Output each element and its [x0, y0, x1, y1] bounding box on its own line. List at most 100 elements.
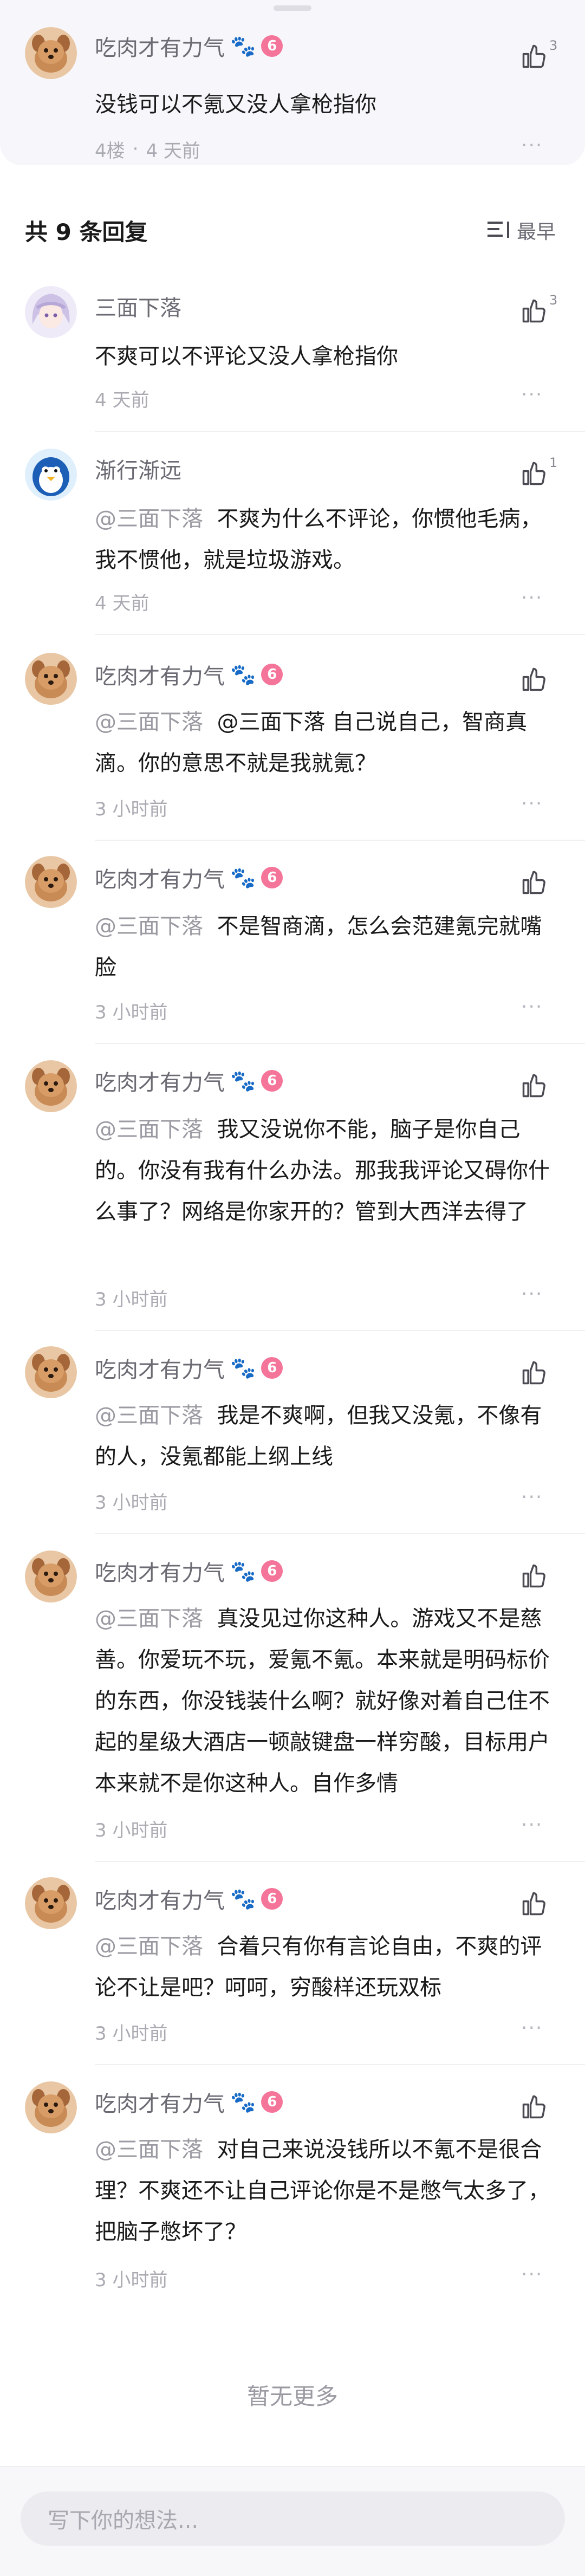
sort-icon [487, 222, 509, 238]
like-button[interactable] [520, 665, 552, 698]
reply-author: 吃肉才有力气 🐾 6 [95, 1065, 283, 1097]
comment-text: 没钱可以不氪又没人拿枪指你 [95, 92, 376, 117]
reply-to-mention[interactable]: @三面下落 [95, 710, 203, 735]
more-options-icon[interactable]: ··· [521, 384, 543, 406]
timestamp: 4 天前 [146, 140, 200, 162]
like-button[interactable] [520, 297, 552, 329]
thumbs-up-icon [522, 871, 545, 894]
reply-author: 吃肉才有力气 🐾 6 [95, 2086, 283, 2118]
replies-count-title: 共 9 条回复 [25, 219, 148, 245]
reply-to-mention[interactable]: @三面下落 [95, 1117, 203, 1142]
like-button[interactable] [520, 2093, 552, 2125]
reply-timestamp: 4 天前 [95, 592, 150, 614]
reply-text-gap [203, 1403, 217, 1428]
paw-badge-icon: 🐾 [230, 2090, 256, 2114]
username[interactable]: 吃肉才有力气 [95, 1065, 225, 1096]
username[interactable]: 三面下落 [95, 290, 181, 322]
more-options-icon[interactable]: ··· [521, 2017, 543, 2039]
username[interactable]: 吃肉才有力气 [95, 659, 225, 690]
penguin-avatar-icon [25, 449, 77, 501]
reply-body: 不爽可以不评论又没人拿枪指你 [95, 344, 398, 369]
more-options-icon[interactable]: ··· [521, 996, 543, 1018]
like-button[interactable] [520, 1890, 552, 1922]
reply-to-mention[interactable]: @三面下落 [95, 1403, 203, 1428]
dog-avatar-icon [25, 27, 77, 79]
thumbs-up-icon [522, 1074, 545, 1098]
reply-text-gap [203, 507, 217, 531]
reply-author: 三面下落 [95, 290, 181, 322]
dog-avatar[interactable] [25, 2081, 77, 2133]
sort-toggle[interactable]: 最早 [486, 214, 556, 246]
reply-text-gap [203, 1117, 217, 1142]
more-options-icon[interactable]: ··· [521, 1814, 543, 1836]
divider [95, 1330, 585, 1331]
like-button[interactable] [520, 459, 552, 492]
username[interactable]: 吃肉才有力气 [95, 2086, 225, 2118]
level-badge: 6 [261, 1888, 283, 1910]
reply-to-mention[interactable]: @三面下落 [95, 507, 203, 531]
reply-text-gap [203, 710, 217, 735]
reply-text: @三面下落 真没见过你这种人。游戏又不是慈善。你爱玩不玩，爱氪不氪。本来就是明码… [95, 1598, 555, 1804]
reply-author: 吃肉才有力气 🐾 6 [95, 658, 283, 691]
more-options-icon[interactable]: ··· [521, 2263, 543, 2286]
username[interactable]: 吃肉才有力气 [95, 30, 225, 62]
paw-badge-icon: 🐾 [230, 34, 256, 58]
like-count: 1 [549, 455, 558, 470]
divider [95, 840, 585, 841]
dog-avatar-icon [25, 1060, 77, 1112]
dog-avatar[interactable] [25, 27, 77, 79]
dog-avatar-icon [25, 1346, 77, 1398]
dog-avatar[interactable] [25, 1877, 77, 1929]
reply-text-gap [203, 1934, 217, 1959]
reply-to-mention[interactable]: @三面下落 [95, 914, 203, 939]
dog-avatar[interactable] [25, 1060, 77, 1112]
reply-author: 吃肉才有力气 🐾 6 [95, 861, 283, 894]
reply-to-mention[interactable]: @三面下落 [95, 2137, 203, 2162]
like-button[interactable] [520, 868, 552, 901]
thumbs-up-icon [522, 44, 545, 68]
reply-timestamp: 3 小时前 [95, 1288, 168, 1310]
dog-avatar[interactable] [25, 856, 77, 908]
floor-number: 4楼 [95, 140, 125, 162]
username[interactable]: 吃肉才有力气 [95, 1352, 225, 1384]
like-button[interactable] [520, 1562, 552, 1594]
more-options-icon[interactable]: ··· [521, 587, 543, 609]
username[interactable]: 吃肉才有力气 [95, 1555, 225, 1587]
divider [95, 431, 585, 432]
level-badge: 6 [261, 664, 283, 685]
drag-handle[interactable] [274, 5, 311, 11]
comment-input[interactable]: 写下你的想法... [21, 2491, 565, 2546]
reply-to-mention[interactable]: @三面下落 [95, 1606, 203, 1631]
divider [95, 1043, 585, 1044]
username[interactable]: 吃肉才有力气 [95, 862, 225, 893]
more-options-icon[interactable]: ··· [521, 134, 543, 157]
reply-text-gap [203, 2137, 217, 2162]
sort-label: 最早 [517, 221, 556, 243]
dog-avatar-icon [25, 653, 77, 705]
main-comment-author: 吃肉才有力气 🐾 6 [95, 30, 283, 62]
reply-body: 真没见过你这种人。游戏又不是慈善。你爱玩不玩，爱氪不氪。本来就是明码标价的东西，… [95, 1606, 550, 1796]
reply-author: 渐行渐远 [95, 452, 181, 485]
dog-avatar[interactable] [25, 1346, 77, 1398]
dog-avatar[interactable] [25, 1550, 77, 1602]
paw-badge-icon: 🐾 [230, 1356, 256, 1380]
reply-to-mention[interactable]: @三面下落 [95, 1934, 203, 1959]
more-options-icon[interactable]: ··· [521, 1283, 543, 1305]
like-button[interactable] [520, 1072, 552, 1104]
reply-text-gap [203, 1606, 217, 1631]
more-options-icon[interactable]: ··· [521, 793, 543, 815]
username[interactable]: 吃肉才有力气 [95, 1883, 225, 1915]
username[interactable]: 渐行渐远 [95, 453, 181, 484]
like-count: 3 [549, 293, 558, 308]
like-button[interactable] [520, 1359, 552, 1391]
anime-avatar[interactable] [25, 286, 77, 338]
dog-avatar[interactable] [25, 653, 77, 705]
reply-timestamp: 4 天前 [95, 389, 150, 411]
thumbs-up-icon [522, 299, 545, 323]
reply-text: @三面下落 @三面下落 自己说自己，智商真滴。你的意思不就是我就氪？ [95, 702, 555, 784]
level-badge: 6 [261, 1560, 283, 1582]
comment-input-bar: 写下你的想法... [0, 2466, 585, 2576]
like-button[interactable] [520, 42, 552, 75]
more-options-icon[interactable]: ··· [521, 1486, 543, 1508]
penguin-avatar[interactable] [25, 449, 77, 501]
